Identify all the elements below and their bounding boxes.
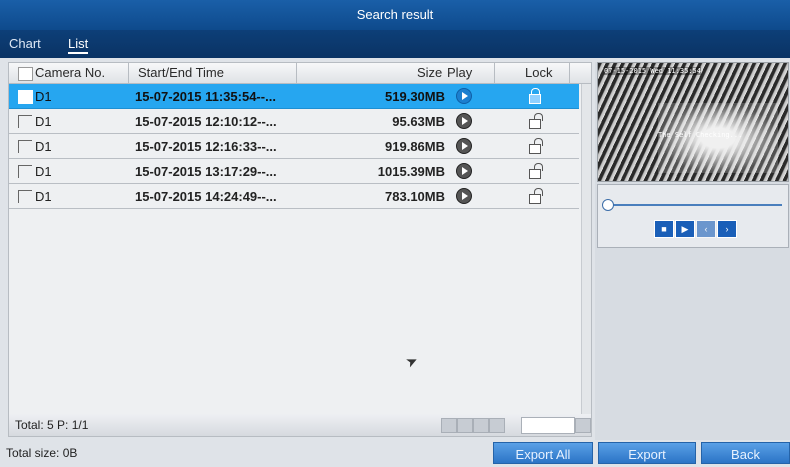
first-page-icon[interactable] bbox=[441, 418, 457, 433]
progress-handle[interactable] bbox=[602, 199, 614, 211]
progress-track[interactable] bbox=[608, 204, 782, 206]
prev-icon[interactable]: ‹ bbox=[696, 220, 716, 238]
unlock-icon[interactable] bbox=[529, 138, 543, 154]
size-cell: 519.30MB bbox=[385, 89, 445, 104]
table-row[interactable]: D1 15-07-2015 14:24:49--... 783.10MB bbox=[9, 184, 579, 209]
column-header-time[interactable]: Start/End Time bbox=[138, 65, 224, 80]
mouse-cursor-icon: ➤ bbox=[402, 351, 421, 371]
preview-panel: 07-15-2015 Wed 11:35:54 The Self Checkin… bbox=[595, 62, 790, 440]
size-cell: 95.63MB bbox=[392, 114, 445, 129]
prev-page-icon[interactable] bbox=[457, 418, 473, 433]
play-icon[interactable]: ▶ bbox=[675, 220, 695, 238]
time-cell: 15-07-2015 14:24:49--... bbox=[135, 189, 277, 204]
column-header-camera[interactable]: Camera No. bbox=[35, 65, 105, 80]
total-count: Total: 5 P: 1/1 bbox=[15, 418, 89, 432]
go-page-icon[interactable] bbox=[575, 418, 591, 433]
lock-icon[interactable] bbox=[529, 88, 543, 104]
stop-icon[interactable]: ■ bbox=[654, 220, 674, 238]
row-checkbox[interactable] bbox=[18, 165, 32, 178]
tab-bar: Chart List bbox=[0, 30, 790, 58]
row-checkbox[interactable] bbox=[18, 115, 32, 128]
preview-timestamp: 07-15-2015 Wed 11:35:54 bbox=[604, 67, 701, 75]
table-header: Camera No. Start/End Time Size Play Lock bbox=[9, 63, 591, 84]
back-button[interactable]: Back bbox=[701, 442, 790, 464]
column-header-size[interactable]: Size bbox=[417, 65, 442, 80]
tab-chart[interactable]: Chart bbox=[9, 36, 41, 51]
column-separator bbox=[569, 63, 570, 83]
table-row[interactable]: D1 15-07-2015 13:17:29--... 1015.39MB bbox=[9, 159, 579, 184]
camera-cell: D1 bbox=[35, 164, 52, 179]
size-cell: 919.86MB bbox=[385, 139, 445, 154]
camera-cell: D1 bbox=[35, 89, 52, 104]
camera-cell: D1 bbox=[35, 139, 52, 154]
size-cell: 783.10MB bbox=[385, 189, 445, 204]
preview-overlay-text: The Self Checking... bbox=[658, 131, 743, 139]
unlock-icon[interactable] bbox=[529, 113, 543, 129]
play-icon[interactable] bbox=[456, 88, 472, 104]
playback-controls: ■ ▶ ‹ › bbox=[597, 184, 789, 248]
export-all-button[interactable]: Export All bbox=[493, 442, 593, 464]
play-icon[interactable] bbox=[456, 188, 472, 204]
pagination-bar: Total: 5 P: 1/1 bbox=[8, 414, 592, 437]
vertical-scrollbar[interactable] bbox=[581, 84, 591, 414]
record-list: Camera No. Start/End Time Size Play Lock… bbox=[8, 62, 592, 416]
play-icon[interactable] bbox=[456, 163, 472, 179]
column-separator bbox=[494, 63, 495, 83]
time-cell: 15-07-2015 12:10:12--... bbox=[135, 114, 277, 129]
row-checkbox[interactable] bbox=[18, 90, 33, 104]
table-row[interactable]: D1 15-07-2015 12:10:12--... 95.63MB bbox=[9, 109, 579, 134]
column-separator bbox=[128, 63, 129, 83]
size-cell: 1015.39MB bbox=[377, 164, 445, 179]
table-row[interactable]: D1 15-07-2015 12:16:33--... 919.86MB bbox=[9, 134, 579, 159]
total-size: Total size: 0B bbox=[6, 446, 78, 460]
play-icon[interactable] bbox=[456, 138, 472, 154]
camera-cell: D1 bbox=[35, 189, 52, 204]
play-icon[interactable] bbox=[456, 113, 472, 129]
row-checkbox[interactable] bbox=[18, 190, 32, 203]
camera-cell: D1 bbox=[35, 114, 52, 129]
column-header-lock[interactable]: Lock bbox=[525, 65, 552, 80]
last-page-icon[interactable] bbox=[489, 418, 505, 433]
unlock-icon[interactable] bbox=[529, 188, 543, 204]
page-number-input[interactable] bbox=[521, 417, 575, 434]
select-all-checkbox[interactable] bbox=[18, 67, 33, 81]
window-title: Search result bbox=[0, 0, 790, 30]
column-separator bbox=[296, 63, 297, 83]
row-checkbox[interactable] bbox=[18, 140, 32, 153]
time-cell: 15-07-2015 11:35:54--... bbox=[135, 89, 276, 104]
tab-list[interactable]: List bbox=[68, 36, 89, 54]
video-preview: 07-15-2015 Wed 11:35:54 The Self Checkin… bbox=[597, 62, 789, 182]
table-row[interactable]: D1 15-07-2015 11:35:54--... 519.30MB bbox=[9, 84, 579, 109]
time-cell: 15-07-2015 12:16:33--... bbox=[135, 139, 277, 154]
column-header-play[interactable]: Play bbox=[447, 65, 472, 80]
next-page-icon[interactable] bbox=[473, 418, 489, 433]
next-icon[interactable]: › bbox=[717, 220, 737, 238]
time-cell: 15-07-2015 13:17:29--... bbox=[135, 164, 277, 179]
export-button[interactable]: Export bbox=[598, 442, 696, 464]
unlock-icon[interactable] bbox=[529, 163, 543, 179]
